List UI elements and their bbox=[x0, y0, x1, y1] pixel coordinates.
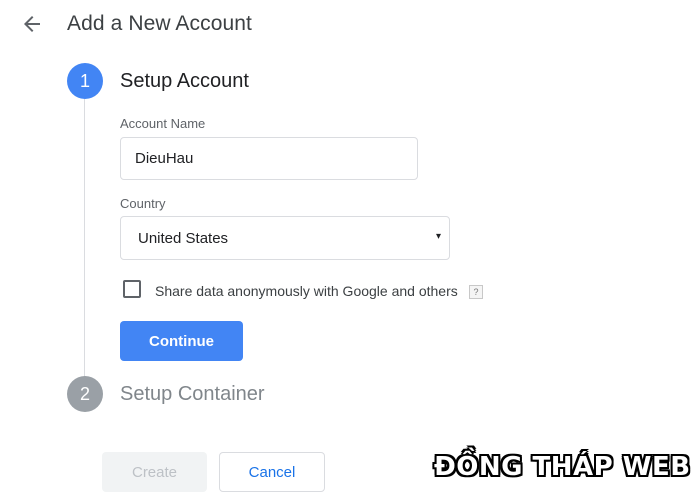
caret-down-icon: ▾ bbox=[435, 231, 441, 242]
country-label: Country bbox=[120, 196, 166, 211]
share-data-checkbox[interactable] bbox=[123, 280, 141, 298]
create-button: Create bbox=[102, 452, 207, 492]
watermark-logo: ĐỒNG THÁP WEB bbox=[434, 452, 691, 482]
cancel-button[interactable]: Cancel bbox=[219, 452, 325, 492]
page-title: Add a New Account bbox=[67, 12, 252, 35]
account-name-input[interactable] bbox=[120, 137, 418, 180]
step-2-title: Setup Container bbox=[120, 383, 265, 405]
add-account-page: Add a New Account 1 Setup Account Accoun… bbox=[0, 0, 700, 500]
country-select[interactable]: United States ▾ bbox=[120, 216, 450, 260]
step-2-badge: 2 bbox=[67, 376, 103, 412]
continue-button[interactable]: Continue bbox=[120, 321, 243, 361]
step-1-badge: 1 bbox=[67, 63, 103, 99]
country-select-value: United States bbox=[138, 230, 229, 247]
help-icon[interactable]: ? bbox=[469, 285, 483, 299]
stepper-line bbox=[84, 99, 85, 377]
arrow-left-icon[interactable] bbox=[20, 12, 44, 36]
share-data-label: Share data anonymously with Google and o… bbox=[155, 283, 458, 299]
account-name-label: Account Name bbox=[120, 116, 206, 131]
step-1-title: Setup Account bbox=[120, 70, 249, 92]
